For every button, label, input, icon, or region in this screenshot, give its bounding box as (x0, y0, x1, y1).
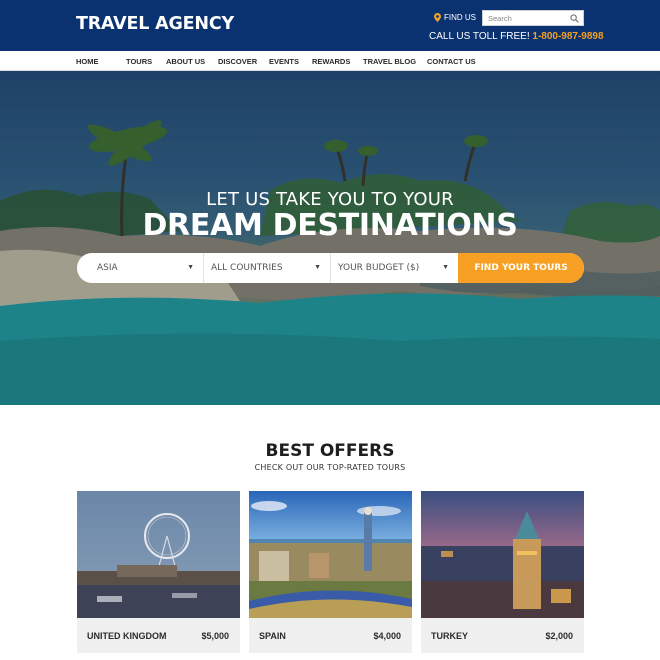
nav-item-rewards[interactable]: REWARDS (312, 57, 363, 66)
map-pin-icon (434, 13, 441, 22)
site-logo[interactable]: TRAVEL AGENCY (76, 14, 234, 34)
caret-down-icon: ▼ (442, 264, 449, 271)
search-icon[interactable] (570, 14, 579, 23)
offer-price: $4,000 (373, 631, 401, 641)
offer-card-turkey[interactable]: TURKEY $2,000 (421, 491, 584, 653)
nav-item-events[interactable]: EVENTS (269, 57, 312, 66)
nav-item-tours[interactable]: TOURS (126, 57, 166, 66)
hero-title: DREAM DESTINATIONS (142, 208, 518, 243)
find-us-link[interactable]: FIND US (434, 13, 476, 22)
main-nav: HOME TOURS ABOUT US DISCOVER EVENTS REWA… (0, 51, 660, 71)
nav-item-home[interactable]: HOME (76, 57, 126, 66)
site-header: TRAVEL AGENCY FIND US CALL US TOLL FREE!… (0, 0, 660, 51)
tollfree-label: CALL US TOLL FREE! (429, 31, 530, 42)
find-us-label: FIND US (444, 13, 476, 22)
hero-subtitle: LET US TAKE YOU TO YOUR (206, 189, 454, 210)
park-guell-image (249, 491, 412, 618)
country-select[interactable]: ALL COUNTRIES ▼ (204, 253, 331, 283)
nav-item-about-us[interactable]: ABOUT US (166, 57, 218, 66)
offer-destination: TURKEY (431, 631, 469, 641)
london-eye-image (77, 491, 240, 618)
offers-subtitle: CHECK OUT OUR TOP-RATED TOURS (254, 463, 406, 472)
tollfree-info: CALL US TOLL FREE! 1-800-987-9898 (429, 31, 604, 42)
caret-down-icon: ▼ (314, 264, 321, 271)
offer-price: $5,000 (201, 631, 229, 641)
region-select-value: ASIA (97, 263, 118, 273)
hero-banner: LET US TAKE YOU TO YOUR DREAM DESTINATIO… (0, 71, 660, 405)
country-select-value: ALL COUNTRIES (211, 263, 283, 273)
caret-down-icon: ▼ (187, 264, 194, 271)
offers-title: BEST OFFERS (265, 441, 395, 461)
offer-card-united-kingdom[interactable]: UNITED KINGDOM $5,000 (77, 491, 240, 653)
nav-item-contact-us[interactable]: CONTACT US (427, 57, 476, 66)
nav-item-travel-blog[interactable]: TRAVEL BLOG (363, 57, 427, 66)
region-select[interactable]: ASIA ▼ (77, 253, 204, 283)
budget-select-value: YOUR BUDGET ($) (338, 263, 420, 273)
offer-price: $2,000 (545, 631, 573, 641)
phone-number[interactable]: 1-800-987-9898 (532, 31, 603, 42)
offer-destination: SPAIN (259, 631, 286, 641)
galata-tower-image (421, 491, 584, 618)
search-input[interactable] (483, 13, 563, 23)
nav-item-discover[interactable]: DISCOVER (218, 57, 269, 66)
tour-search-form: ASIA ▼ ALL COUNTRIES ▼ YOUR BUDGET ($) ▼… (77, 253, 584, 283)
search-box (482, 10, 584, 26)
find-tours-button[interactable]: FIND YOUR TOURS (458, 253, 584, 283)
offer-card-spain[interactable]: SPAIN $4,000 (249, 491, 412, 653)
offer-destination: UNITED KINGDOM (87, 631, 167, 641)
budget-select[interactable]: YOUR BUDGET ($) ▼ (331, 253, 458, 283)
